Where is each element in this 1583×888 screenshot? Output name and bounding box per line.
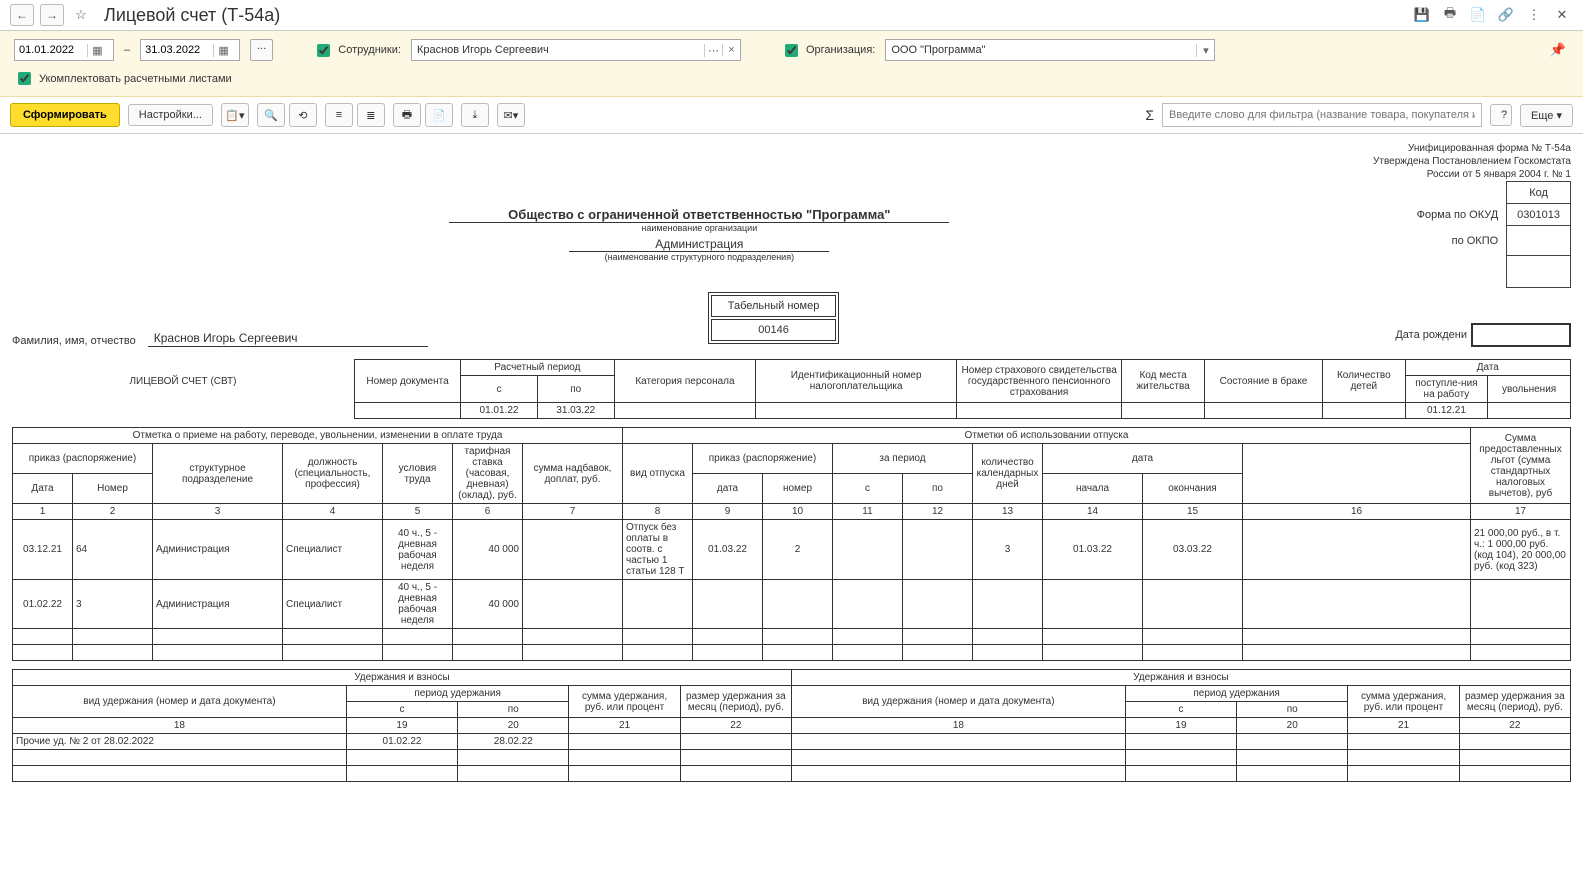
print-icon[interactable]: 🖶 [1439,4,1461,26]
hire-vacation-table: Отметка о приеме на работу, переводе, ув… [12,427,1571,661]
collapse-icon[interactable]: ≣ [357,103,385,127]
employee-more-icon[interactable]: ⋯ [704,44,722,57]
table-row: 03.12.2164 АдминистрацияСпециалист 40 ч.… [13,520,1571,580]
org-label: Организация: [806,44,875,56]
codes-box: Код Форма по ОКУД0301013 по ОКПО [1407,181,1571,288]
filter-input[interactable] [1162,103,1482,127]
date-to-field[interactable]: ▦ [140,39,240,61]
preview-icon[interactable]: 📄 [1467,4,1489,26]
date-dash: – [124,44,130,56]
sigma-icon: Σ [1145,107,1154,123]
header-table: ЛИЦЕВОЙ СЧЕТ (СВТ) Номер документа Расче… [12,359,1571,419]
employees-check[interactable]: Сотрудники: [313,41,401,60]
filter-bar: ▦ – ▦ ... Сотрудники: Краснов Игорь Серг… [0,31,1583,97]
pin-icon[interactable]: 📌 [1547,39,1569,61]
employee-clear-icon[interactable]: × [722,44,740,56]
org-sub: наименование организации [12,223,1387,233]
print-preview-button[interactable]: 📄 [425,103,453,127]
tab-no-box: Табельный номер 00146 [708,292,840,344]
employees-checkbox[interactable] [317,44,330,57]
link-icon[interactable]: 🔗 [1495,4,1517,26]
menu-icon[interactable]: ⋮ [1523,4,1545,26]
copy-button[interactable]: 📋▾ [221,103,249,127]
date-to-input[interactable] [141,44,213,56]
forward-button[interactable]: → [40,4,64,26]
org-check[interactable]: Организация: [781,41,875,60]
more-button[interactable]: Еще ▾ [1520,104,1573,127]
date-from-input[interactable] [15,44,87,56]
calendar-icon[interactable]: ▦ [87,44,107,57]
star-icon[interactable]: ☆ [70,4,92,26]
org-value: ООО "Программа" [886,44,1196,56]
paysheets-checkbox[interactable] [18,72,31,85]
print-button[interactable]: 🖶 [393,103,421,127]
dob-label: Дата рождени [1395,329,1467,341]
fio-value: Краснов Игорь Сергеевич [148,331,428,347]
org-checkbox[interactable] [785,44,798,57]
form-meta: Унифицированная форма № Т-54а Утверждена… [12,142,1571,181]
generate-button[interactable]: Сформировать [10,103,120,127]
action-bar: Сформировать Настройки... 📋▾ 🔍 ⟲ ≡ ≣ 🖶 📄… [0,97,1583,134]
employees-label: Сотрудники: [338,44,401,56]
fio-label: Фамилия, имя, отчество [12,335,136,347]
org-field[interactable]: ООО "Программа" ▾ [885,39,1215,61]
deductions-table: Удержания и взносы Удержания и взносы ви… [12,669,1571,782]
date-more-button[interactable]: ... [250,39,273,61]
expand-icon[interactable]: ≡ [325,103,353,127]
dept-name: Администрация [569,237,829,252]
help-button[interactable]: ? [1490,104,1512,126]
zoom-reset-icon[interactable]: ⟲ [289,103,317,127]
close-icon[interactable]: ✕ [1551,4,1573,26]
calendar-icon[interactable]: ▦ [213,44,233,57]
dob-box [1471,323,1571,347]
paysheets-check[interactable]: Укомплектовать расчетными листами [14,69,232,88]
dept-sub: (наименование структурного подразделения… [12,252,1387,262]
settings-button[interactable]: Настройки... [128,104,213,126]
org-full: Общество с ограниченной ответственностью… [449,207,949,223]
paysheets-label: Укомплектовать расчетными листами [39,73,232,85]
save-icon[interactable]: 💾 [1411,4,1433,26]
mail-button[interactable]: ✉▾ [497,103,525,127]
employee-field[interactable]: Краснов Игорь Сергеевич ⋯ × [411,39,741,61]
table-row: 01.02.223 АдминистрацияСпециалист 40 ч.,… [13,580,1571,629]
date-from-field[interactable]: ▦ [14,39,114,61]
employee-value: Краснов Игорь Сергеевич [412,44,704,56]
report-area: Унифицированная форма № Т-54а Утверждена… [0,134,1583,812]
export-button[interactable]: ⤓ [461,103,489,127]
page-title: Лицевой счет (Т-54а) [104,5,280,26]
chevron-down-icon[interactable]: ▾ [1196,44,1214,57]
back-button[interactable]: ← [10,4,34,26]
title-bar: ← → ☆ Лицевой счет (Т-54а) 💾 🖶 📄 🔗 ⋮ ✕ [0,0,1583,31]
zoom-in-icon[interactable]: 🔍 [257,103,285,127]
